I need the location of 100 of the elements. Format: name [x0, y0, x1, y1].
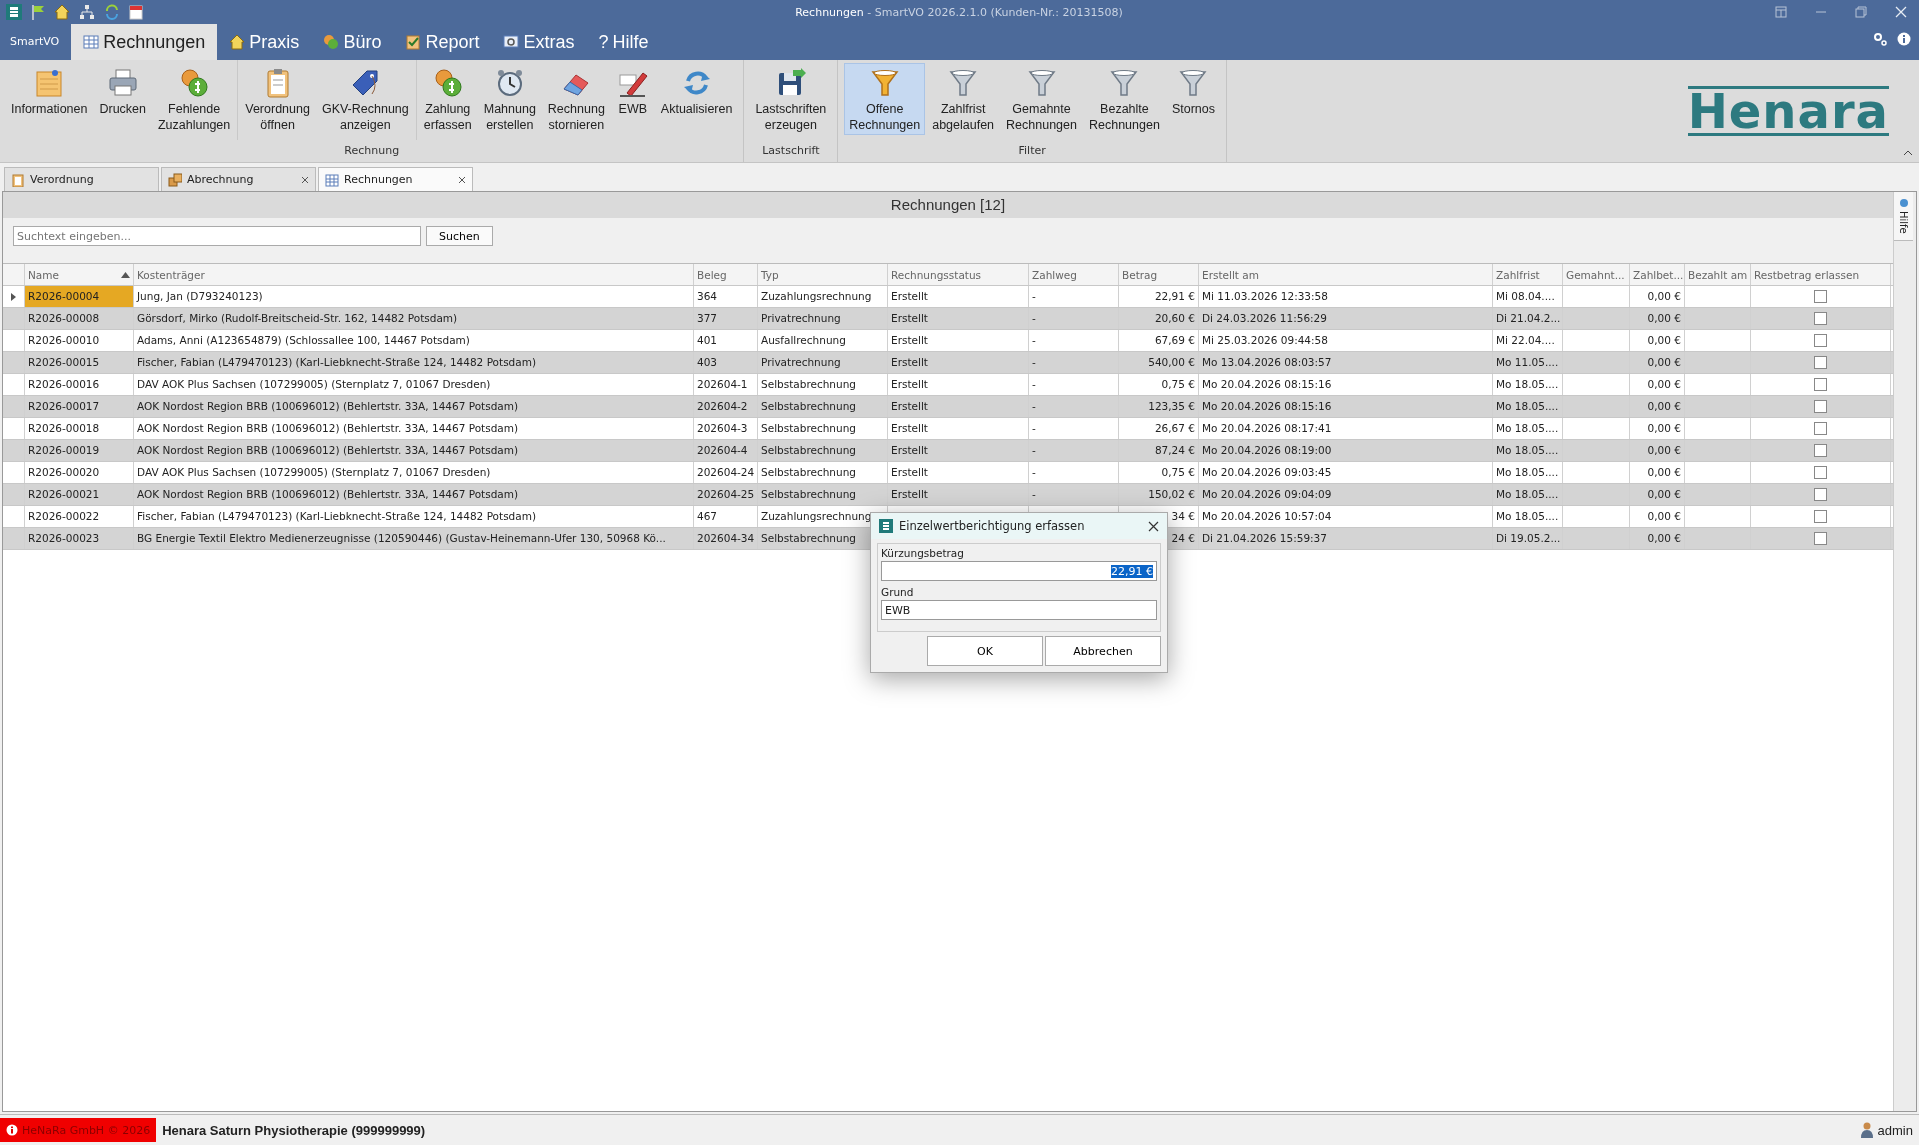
menu-tab[interactable]: Büro	[311, 24, 394, 60]
clipboard-icon	[11, 172, 25, 187]
ribbon-button[interactable]: Zahlfrist abgelaufen	[927, 63, 1000, 135]
flag-icon[interactable]	[31, 4, 45, 20]
checkbox[interactable]	[1814, 334, 1827, 347]
checkbox[interactable]	[1814, 510, 1827, 523]
menu-tab[interactable]: Praxis	[217, 24, 312, 60]
document-tab[interactable]: Rechnungen	[318, 167, 473, 191]
app-menu-button[interactable]: SmartVO	[4, 35, 72, 60]
menu-tab[interactable]: Rechnungen	[71, 24, 218, 60]
table-cell: 202604-3	[694, 418, 758, 439]
search-button[interactable]: Suchen	[426, 226, 493, 246]
printer-icon	[106, 67, 139, 99]
checkbox[interactable]	[1814, 378, 1827, 391]
table-icon	[325, 172, 339, 187]
ribbon-button[interactable]: Fehlende Zuzahlungen	[153, 63, 236, 135]
ribbon-button[interactable]: Gemahnte Rechnungen	[1001, 63, 1082, 135]
table-cell: R2026-00008	[25, 308, 134, 329]
table-cell: Erstellt	[888, 308, 1029, 329]
ribbon-button[interactable]: Offene Rechnungen	[844, 63, 926, 135]
checkbox[interactable]	[1814, 488, 1827, 501]
ribbon-button[interactable]: Stornos	[1166, 63, 1220, 135]
ribbon-button[interactable]: GKV-Rechnung anzeigen	[316, 63, 414, 135]
close-icon[interactable]	[301, 175, 309, 184]
input-field[interactable]: 22,91 €	[881, 561, 1157, 581]
network-icon[interactable]	[79, 4, 95, 20]
menu-tab[interactable]: ? Hilfe	[586, 24, 661, 60]
ribbon-button[interactable]: Aktualisieren	[655, 63, 738, 135]
table-cell: Mo 18.05....	[1493, 506, 1563, 527]
ribbon-button[interactable]: Informationen	[6, 63, 93, 135]
column-header[interactable]: Beleg	[694, 264, 758, 285]
menu-tab[interactable]: Extras	[491, 24, 587, 60]
column-header[interactable]: Betrag	[1119, 264, 1199, 285]
info-icon[interactable]	[1897, 32, 1911, 46]
table-cell: Mo 20.04.2026 08:15:16	[1199, 374, 1493, 395]
ribbon-button[interactable]: Rechnung stornieren	[542, 63, 610, 135]
document-tab[interactable]: Abrechnung	[161, 167, 316, 191]
ribbon-button[interactable]: Bezahlte Rechnungen	[1084, 63, 1165, 135]
column-header[interactable]: Typ	[758, 264, 888, 285]
home-icon[interactable]	[54, 4, 70, 20]
dialog-button[interactable]: Abbrechen	[1045, 636, 1161, 666]
app-logo-icon[interactable]	[6, 4, 22, 20]
table-cell: Erstellt	[888, 396, 1029, 417]
close-icon[interactable]	[458, 175, 466, 184]
table-cell: 20,60 €	[1119, 308, 1199, 329]
ribbon-button[interactable]: Mahnung erstellen	[478, 63, 541, 135]
checkbox[interactable]	[1814, 290, 1827, 303]
ribbon-button[interactable]: Lastschriften erzeugen	[750, 63, 832, 135]
table-cell: Mo 18.05....	[1493, 462, 1563, 483]
restore-icon[interactable]	[1855, 6, 1867, 18]
checkbox[interactable]	[1814, 444, 1827, 457]
close-icon[interactable]	[1148, 520, 1159, 532]
table-cell: Mo 13.04.2026 08:03:57	[1199, 352, 1493, 373]
table-cell: 67,69 €	[1119, 330, 1199, 351]
table-cell: 0,75 €	[1119, 374, 1199, 395]
search-field[interactable]: Suchtext eingeben...	[13, 226, 421, 246]
column-header[interactable]: Erstellt am	[1199, 264, 1493, 285]
checkbox[interactable]	[1814, 400, 1827, 413]
table-cell: BG Energie Textil Elektro Medienerzeugnisse (120590446) (Gustav-Heinemann-Ufer 130, 50968 Kö...	[134, 528, 694, 549]
table-cell: -	[1029, 330, 1119, 351]
window-title: Rechnungen	[795, 5, 864, 19]
table-cell: Erstellt	[888, 286, 1029, 307]
checkbox[interactable]	[1814, 532, 1827, 545]
table-cell: Erstellt	[888, 352, 1029, 373]
column-header[interactable]: Zahlweg	[1029, 264, 1119, 285]
ribbon-button[interactable]: Verordnung öffnen	[240, 63, 315, 135]
ribbon-button[interactable]: EWB	[611, 63, 654, 135]
table-cell: R2026-00017	[25, 396, 134, 417]
copyright-badge: HeNaRa GmbH © 2026	[0, 1118, 157, 1142]
table-cell: Selbstabrechnung	[758, 418, 888, 439]
document-tab[interactable]: Verordnung	[4, 167, 159, 191]
column-header[interactable]: Kostenträger	[134, 264, 694, 285]
column-header[interactable]: Gemahnt...	[1563, 264, 1630, 285]
column-header[interactable]: Bezahlt am	[1685, 264, 1751, 285]
column-header[interactable]: Name	[25, 264, 134, 285]
table-cell: 0,00 €	[1630, 308, 1685, 329]
collapse-icon[interactable]	[1903, 150, 1913, 156]
table-cell: AOK Nordost Region BRB (100696012) (Behlertstr. 33A, 14467 Potsdam)	[134, 440, 694, 461]
column-header[interactable]: Zahlfrist	[1493, 264, 1563, 285]
column-header[interactable]: Rechnungsstatus	[888, 264, 1029, 285]
column-header[interactable]: Restbetrag erlassen	[1751, 264, 1891, 285]
checkbox[interactable]	[1814, 312, 1827, 325]
checkbox[interactable]	[1814, 466, 1827, 479]
calendar-icon[interactable]	[129, 4, 143, 20]
table-cell: Mi 22.04....	[1493, 330, 1563, 351]
table-cell: 0,00 €	[1630, 374, 1685, 395]
table-cell: 26,67 €	[1119, 418, 1199, 439]
column-header[interactable]: Zahlbet...	[1630, 264, 1685, 285]
dialog-button[interactable]: OK	[927, 636, 1043, 666]
menu-tab[interactable]: Report	[393, 24, 492, 60]
table-cell: Mi 08.04....	[1493, 286, 1563, 307]
ribbon-button[interactable]: Zahlung erfassen	[418, 63, 477, 135]
home-icon	[229, 34, 246, 50]
input-field[interactable]: EWB	[881, 600, 1157, 620]
ribbon-button[interactable]: Drucken	[94, 63, 151, 135]
checkbox[interactable]	[1814, 356, 1827, 369]
settings-icon[interactable]	[1873, 32, 1887, 46]
checkbox[interactable]	[1814, 422, 1827, 435]
side-tab[interactable]: Hilfe	[1894, 192, 1913, 241]
refresh-icon[interactable]	[104, 4, 120, 20]
